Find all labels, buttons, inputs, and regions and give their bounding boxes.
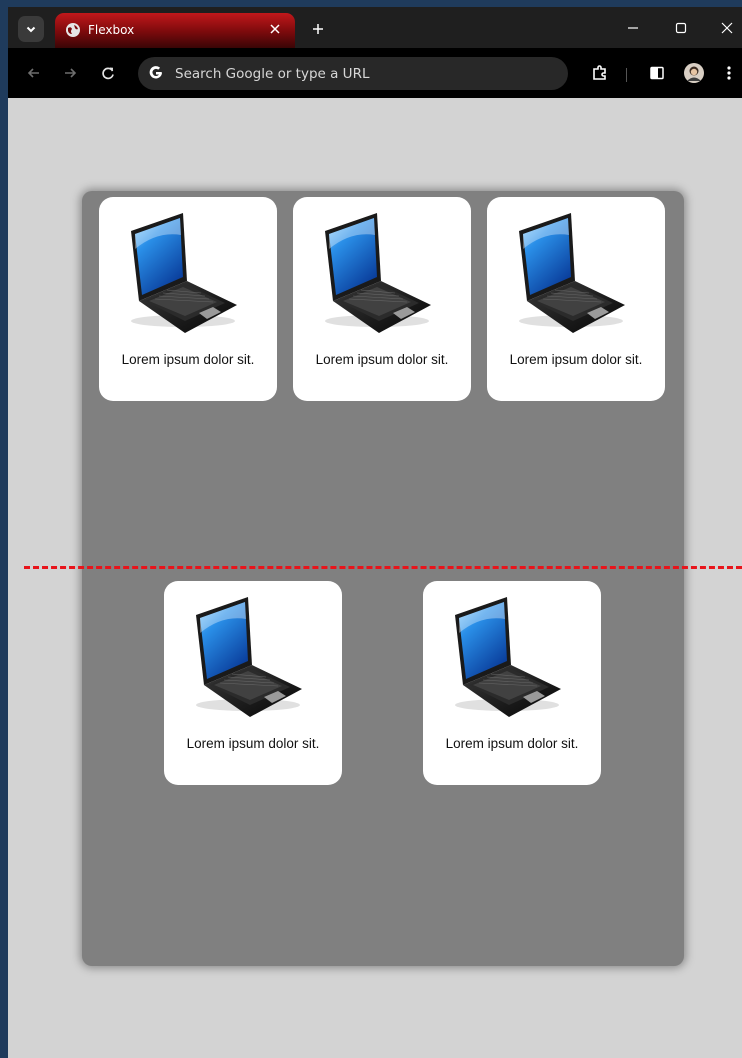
extensions-button[interactable]	[588, 61, 612, 85]
laptop-image	[125, 209, 241, 335]
laptop-image	[190, 593, 306, 719]
flex-container: Lorem ipsum dolor sit. Lorem ipsum dolor…	[82, 191, 684, 966]
avatar-icon	[684, 63, 704, 83]
tab-flexbox[interactable]: Flexbox	[55, 13, 295, 48]
dashed-divider-line	[24, 566, 742, 569]
plus-icon	[313, 24, 323, 34]
laptop-image	[513, 209, 629, 335]
maximize-icon	[675, 22, 687, 34]
close-window-button[interactable]	[712, 16, 742, 40]
minimize-icon	[628, 27, 638, 29]
card: Lorem ipsum dolor sit.	[293, 197, 471, 401]
card-caption: Lorem ipsum dolor sit.	[121, 352, 255, 367]
chevron-down-icon	[26, 26, 36, 33]
profile-button[interactable]	[682, 61, 706, 85]
browser-toolbar	[8, 48, 742, 98]
address-input[interactable]	[175, 57, 555, 90]
arrow-right-icon	[65, 68, 77, 78]
card: Lorem ipsum dolor sit.	[423, 581, 601, 785]
reload-icon	[102, 67, 114, 80]
page-viewport: Lorem ipsum dolor sit. Lorem ipsum dolor…	[8, 98, 742, 1058]
google-g-icon	[149, 66, 162, 79]
close-icon	[270, 24, 280, 34]
omnibox[interactable]	[138, 57, 568, 90]
new-tab-button[interactable]	[306, 17, 330, 41]
browser-window: Flexbox Search Google or type a URL Lore…	[8, 7, 742, 1058]
globe-icon	[66, 23, 80, 37]
side-panel-icon	[650, 66, 664, 80]
puzzle-icon	[593, 65, 606, 80]
tab-search-button[interactable]	[18, 16, 44, 42]
kebab-menu-icon	[727, 66, 731, 80]
card-caption: Lorem ipsum dolor sit.	[186, 736, 320, 751]
card-caption: Lorem ipsum dolor sit.	[315, 352, 449, 367]
tab-strip: Flexbox	[8, 7, 742, 48]
close-icon	[721, 22, 733, 34]
card-caption: Lorem ipsum dolor sit.	[445, 736, 579, 751]
laptop-image	[449, 593, 565, 719]
menu-button[interactable]	[717, 61, 741, 85]
card: Lorem ipsum dolor sit.	[99, 197, 277, 401]
tab-close-button[interactable]	[265, 19, 285, 39]
tab-title: Flexbox	[88, 23, 135, 37]
laptop-image	[319, 209, 435, 335]
minimize-button[interactable]	[618, 16, 648, 40]
forward-button[interactable]	[58, 61, 82, 85]
reload-button[interactable]	[96, 61, 120, 85]
arrow-left-icon	[27, 68, 39, 78]
toolbar-divider	[626, 68, 627, 82]
card-caption: Lorem ipsum dolor sit.	[509, 352, 643, 367]
card: Lorem ipsum dolor sit.	[164, 581, 342, 785]
card: Lorem ipsum dolor sit.	[487, 197, 665, 401]
maximize-button[interactable]	[666, 16, 696, 40]
back-button[interactable]	[22, 61, 46, 85]
side-panel-button[interactable]	[645, 61, 669, 85]
